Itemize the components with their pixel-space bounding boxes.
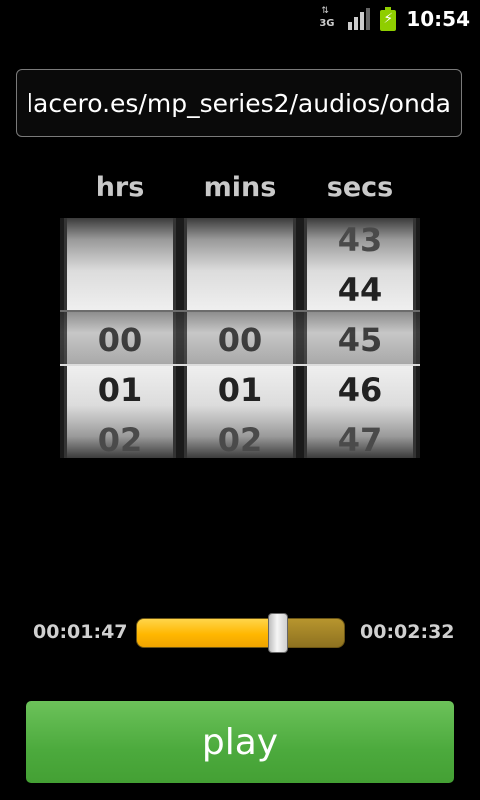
seconds-wheel[interactable]: 43 44 45 46 47 (304, 218, 416, 458)
seek-bar-thumb[interactable] (267, 613, 288, 653)
status-clock: 10:54 (406, 7, 470, 31)
signal-bar (354, 17, 359, 30)
minutes-cell: 01 (217, 371, 263, 409)
seek-bar[interactable] (136, 613, 345, 653)
total-time: 00:02:32 (360, 621, 455, 643)
signal-bar (366, 8, 371, 30)
play-button[interactable]: play (26, 701, 454, 783)
hours-wheel[interactable]: 00 01 02 (64, 218, 176, 458)
hours-label: hrs (95, 172, 145, 203)
minutes-cell: 02 (217, 421, 263, 458)
network-type-label: 3G (319, 18, 335, 29)
3g-data-icon: ⇅ 3G (316, 5, 338, 33)
minutes-wheel[interactable]: 00 01 02 (184, 218, 296, 458)
seconds-label: secs (326, 172, 394, 203)
status-bar: ⇅ 3G ⚡ 10:54 (0, 0, 480, 38)
signal-bar (348, 22, 353, 30)
seconds-cell: 44 (337, 271, 383, 309)
signal-strength-icon (348, 8, 371, 30)
data-arrows: ⇅ (321, 6, 329, 16)
hours-cell-selected: 00 (97, 321, 143, 359)
minutes-cell-selected: 00 (217, 321, 263, 359)
battery-charging-icon: ⚡ (380, 7, 397, 31)
minutes-label: mins (203, 172, 277, 203)
time-picker: 00 01 02 00 01 02 43 44 45 46 47 (60, 218, 420, 458)
hours-cell (67, 265, 173, 315)
hours-cell: 01 (97, 371, 143, 409)
hours-cell (67, 218, 173, 265)
url-field-container (16, 69, 462, 137)
seconds-cell: 46 (337, 371, 383, 409)
hours-cell: 02 (97, 421, 143, 458)
minutes-cell (187, 265, 293, 315)
seconds-cell: 47 (337, 421, 383, 458)
elapsed-time: 00:01:47 (33, 621, 128, 643)
seconds-cell: 43 (337, 221, 383, 259)
minutes-cell (187, 218, 293, 265)
signal-bar (360, 12, 365, 30)
url-input[interactable] (17, 70, 461, 136)
seconds-cell-selected: 45 (337, 321, 383, 359)
lightning-bolt-icon: ⚡ (383, 11, 394, 27)
seek-bar-fill (137, 619, 278, 647)
status-icons: ⇅ 3G ⚡ 10:54 (316, 0, 470, 38)
